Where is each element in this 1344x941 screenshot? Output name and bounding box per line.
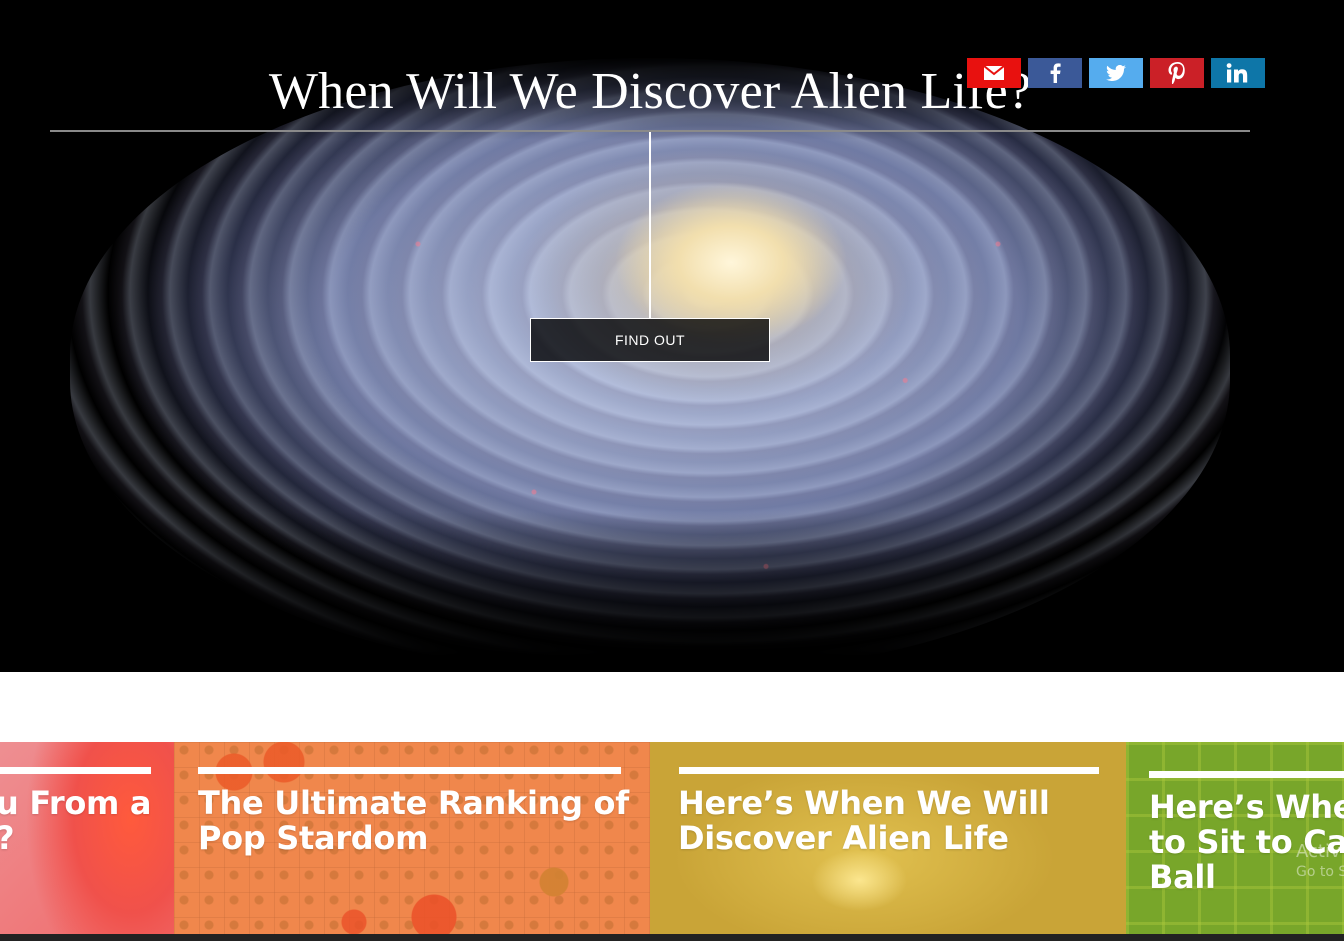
- card-rule: [1149, 771, 1344, 778]
- watermark-line-1: Activ: [1296, 841, 1341, 862]
- article-card-2[interactable]: The Ultimate Ranking of Pop Stardom: [174, 742, 650, 934]
- email-share-button[interactable]: [967, 58, 1021, 88]
- card-rule: [198, 767, 621, 774]
- card-title-line: Here’s When We Will: [678, 784, 1050, 822]
- pinterest-icon: [1168, 62, 1186, 84]
- card-title-line: ?: [0, 821, 151, 856]
- article-card-3[interactable]: Here’s When We Will Discover Alien Life: [650, 742, 1126, 934]
- card-title-line: Here’s Whe: [1149, 788, 1344, 826]
- card-rule: [679, 767, 1099, 774]
- twitter-icon: [1106, 65, 1126, 81]
- card-title: u From a ?: [0, 786, 151, 856]
- related-articles-carousel: u From a ? The Ultimate Ranking of Pop S…: [0, 742, 1344, 934]
- hero-bottom-fade: [0, 512, 1344, 672]
- pinterest-share-button[interactable]: [1150, 58, 1204, 88]
- facebook-icon: [1049, 63, 1061, 83]
- connector-line: [649, 132, 651, 318]
- hero-section: When Will We Discover Alien Life? FIND O…: [0, 0, 1344, 672]
- card-title: Here’s When We Will Discover Alien Life: [678, 786, 1050, 856]
- article-card-1[interactable]: u From a ?: [0, 742, 174, 934]
- bottom-bar: [0, 934, 1344, 941]
- card-title-line: Pop Stardom: [198, 819, 429, 857]
- article-card-4[interactable]: Here’s Whe to Sit to Ca Ball: [1126, 742, 1344, 934]
- card-title-line: The Ultimate Ranking of: [198, 784, 629, 822]
- email-icon: [984, 66, 1004, 80]
- find-out-button[interactable]: FIND OUT: [530, 318, 770, 362]
- linkedin-share-button[interactable]: [1211, 58, 1265, 88]
- facebook-share-button[interactable]: [1028, 58, 1082, 88]
- card-title-line: u From a: [0, 784, 152, 822]
- card-title-line: Discover Alien Life: [678, 819, 1009, 857]
- share-bar: [967, 58, 1265, 88]
- twitter-share-button[interactable]: [1089, 58, 1143, 88]
- card-rule: [0, 767, 151, 774]
- activation-watermark: Activ Go to S: [1296, 842, 1344, 882]
- content-spacer: [0, 672, 1344, 742]
- linkedin-icon: [1226, 63, 1250, 83]
- card-title: The Ultimate Ranking of Pop Stardom: [198, 786, 629, 856]
- watermark-line-2: Go to S: [1296, 864, 1344, 880]
